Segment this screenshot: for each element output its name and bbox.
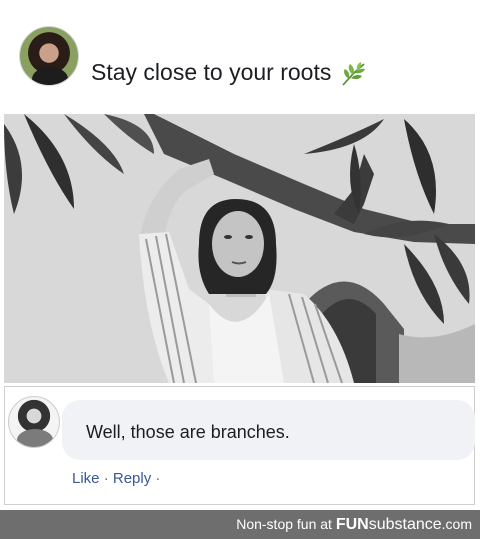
watermark-text: Non-stop fun at FUNsubstance.com [236, 516, 472, 533]
comment: Well, those are branches. Like · Reply · [4, 386, 475, 505]
comment-bubble: Well, those are branches. [62, 400, 475, 460]
post-caption: Stay close to your roots [91, 58, 368, 87]
poster-avatar[interactable] [19, 26, 79, 86]
post-photo-illustration [4, 114, 475, 383]
commenter-avatar[interactable] [8, 396, 60, 448]
watermark-brand-tld: .com [441, 516, 472, 532]
watermark-tagline: Non-stop fun at [236, 516, 336, 532]
comment-actions: Like · Reply · [72, 470, 160, 487]
watermark-brand-substance: substance [368, 516, 442, 533]
watermark-footer: Non-stop fun at FUNsubstance.com [0, 510, 480, 539]
comment-text: Well, those are branches. [86, 422, 290, 442]
post-header: Stay close to your roots [0, 0, 480, 112]
post-caption-text: Stay close to your roots [91, 59, 332, 85]
herb-leaf-icon [342, 61, 365, 86]
post-photo[interactable] [4, 114, 475, 383]
action-separator: · [103, 470, 113, 487]
action-separator-trailing: · [155, 470, 161, 487]
watermark-brand-fun: FUN [335, 516, 369, 533]
like-button[interactable]: Like [72, 470, 100, 487]
reply-button[interactable]: Reply [113, 470, 151, 487]
